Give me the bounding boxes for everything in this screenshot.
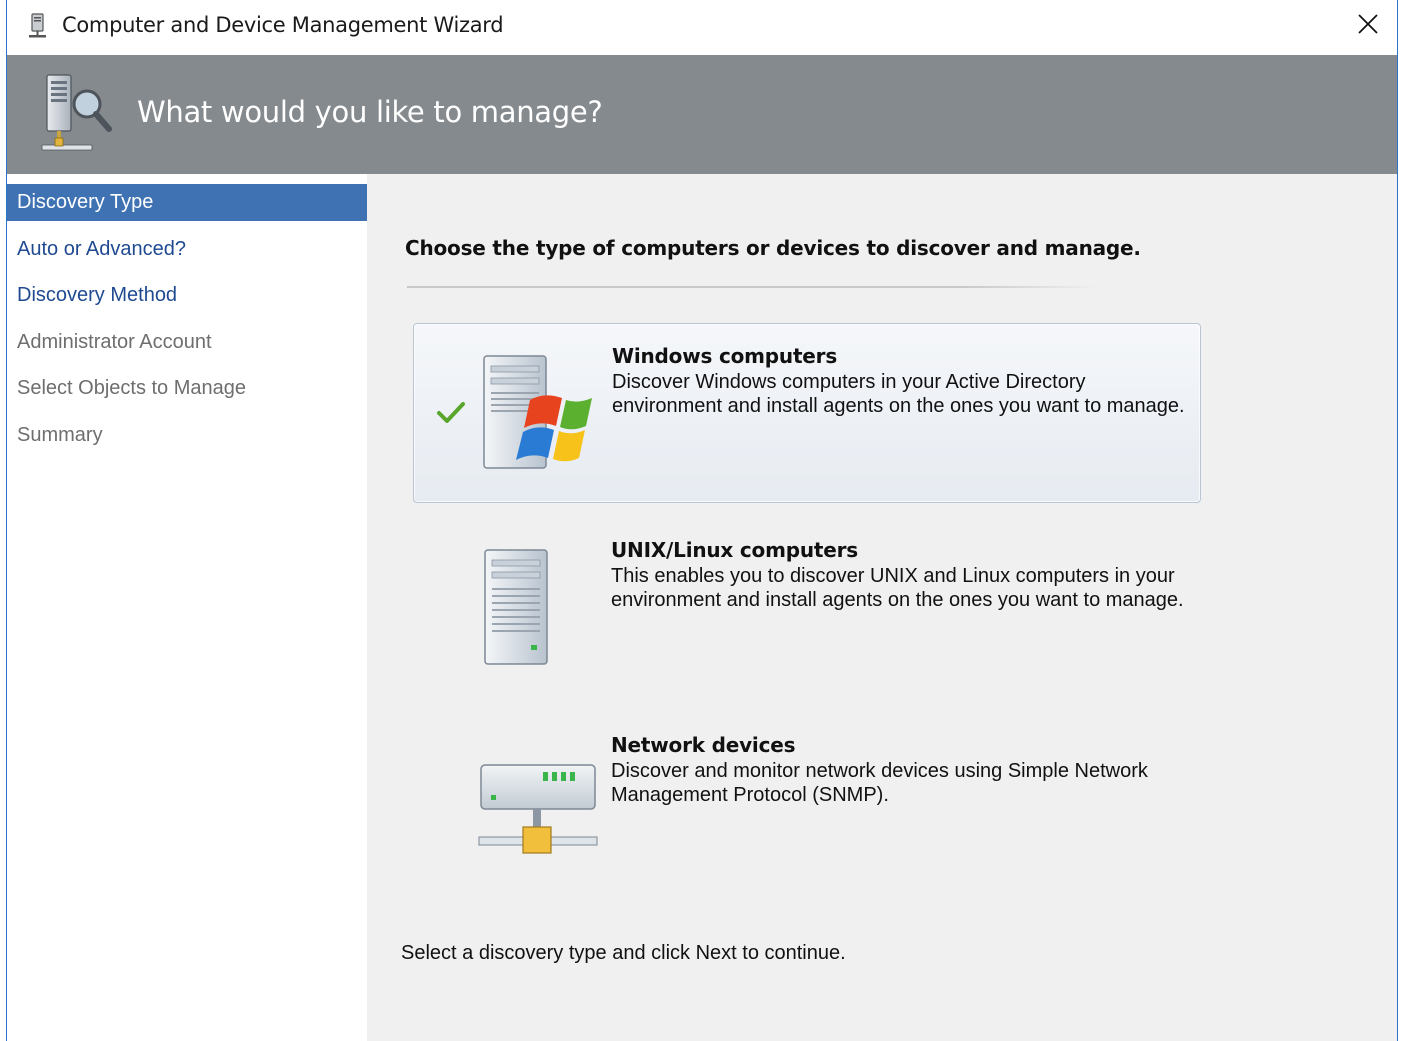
heading-divider xyxy=(407,286,1097,288)
close-button[interactable] xyxy=(1345,0,1391,52)
network-device-icon xyxy=(473,737,603,867)
wizard-window: Computer and Device Management Wizard Wh… xyxy=(6,0,1398,1041)
option-title: UNIX/Linux computers xyxy=(611,538,858,562)
nav-item-administrator-account: Administrator Account xyxy=(17,330,212,353)
window-title: Computer and Device Management Wizard xyxy=(62,13,504,37)
option-title: Network devices xyxy=(611,733,796,757)
content-panel: Choose the type of computers or devices … xyxy=(367,174,1397,1041)
option-description: Discover Windows computers in your Activ… xyxy=(612,371,1185,417)
nav-item-select-objects: Select Objects to Manage xyxy=(17,377,247,399)
option-windows-computers[interactable]: Windows computers Discover Windows compu… xyxy=(413,323,1201,503)
title-bar: Computer and Device Management Wizard xyxy=(7,0,1397,55)
nav-item-discovery-method[interactable]: Discovery Method xyxy=(7,277,367,314)
nav-item-summary: Summary xyxy=(17,423,103,446)
instruction-heading: Choose the type of computers or devices … xyxy=(405,236,1141,260)
server-icon xyxy=(27,13,49,39)
footer-hint: Select a discovery type and click Next t… xyxy=(401,942,846,964)
wizard-steps-nav: Discovery Type Auto or Advanced? Discove… xyxy=(7,184,367,1041)
nav-item-auto-or-advanced[interactable]: Auto or Advanced? xyxy=(7,231,367,268)
checkmark-icon xyxy=(436,400,466,426)
wizard-header: What would you like to manage? xyxy=(7,55,1397,174)
page-title: What would you like to manage? xyxy=(137,95,603,129)
close-icon xyxy=(1357,13,1379,40)
option-network-devices[interactable]: Network devices Discover and monitor net… xyxy=(413,713,1199,891)
unix-server-icon xyxy=(473,542,603,672)
option-description: This enables you to discover UNIX and Li… xyxy=(611,565,1184,611)
option-title: Windows computers xyxy=(612,344,838,368)
windows-server-icon xyxy=(474,348,604,478)
option-unix-linux-computers[interactable]: UNIX/Linux computers This enables you to… xyxy=(413,518,1199,696)
nav-item-discovery-type[interactable]: Discovery Type xyxy=(7,184,367,221)
server-search-icon xyxy=(37,72,117,157)
option-description: Discover and monitor network devices usi… xyxy=(611,760,1148,806)
